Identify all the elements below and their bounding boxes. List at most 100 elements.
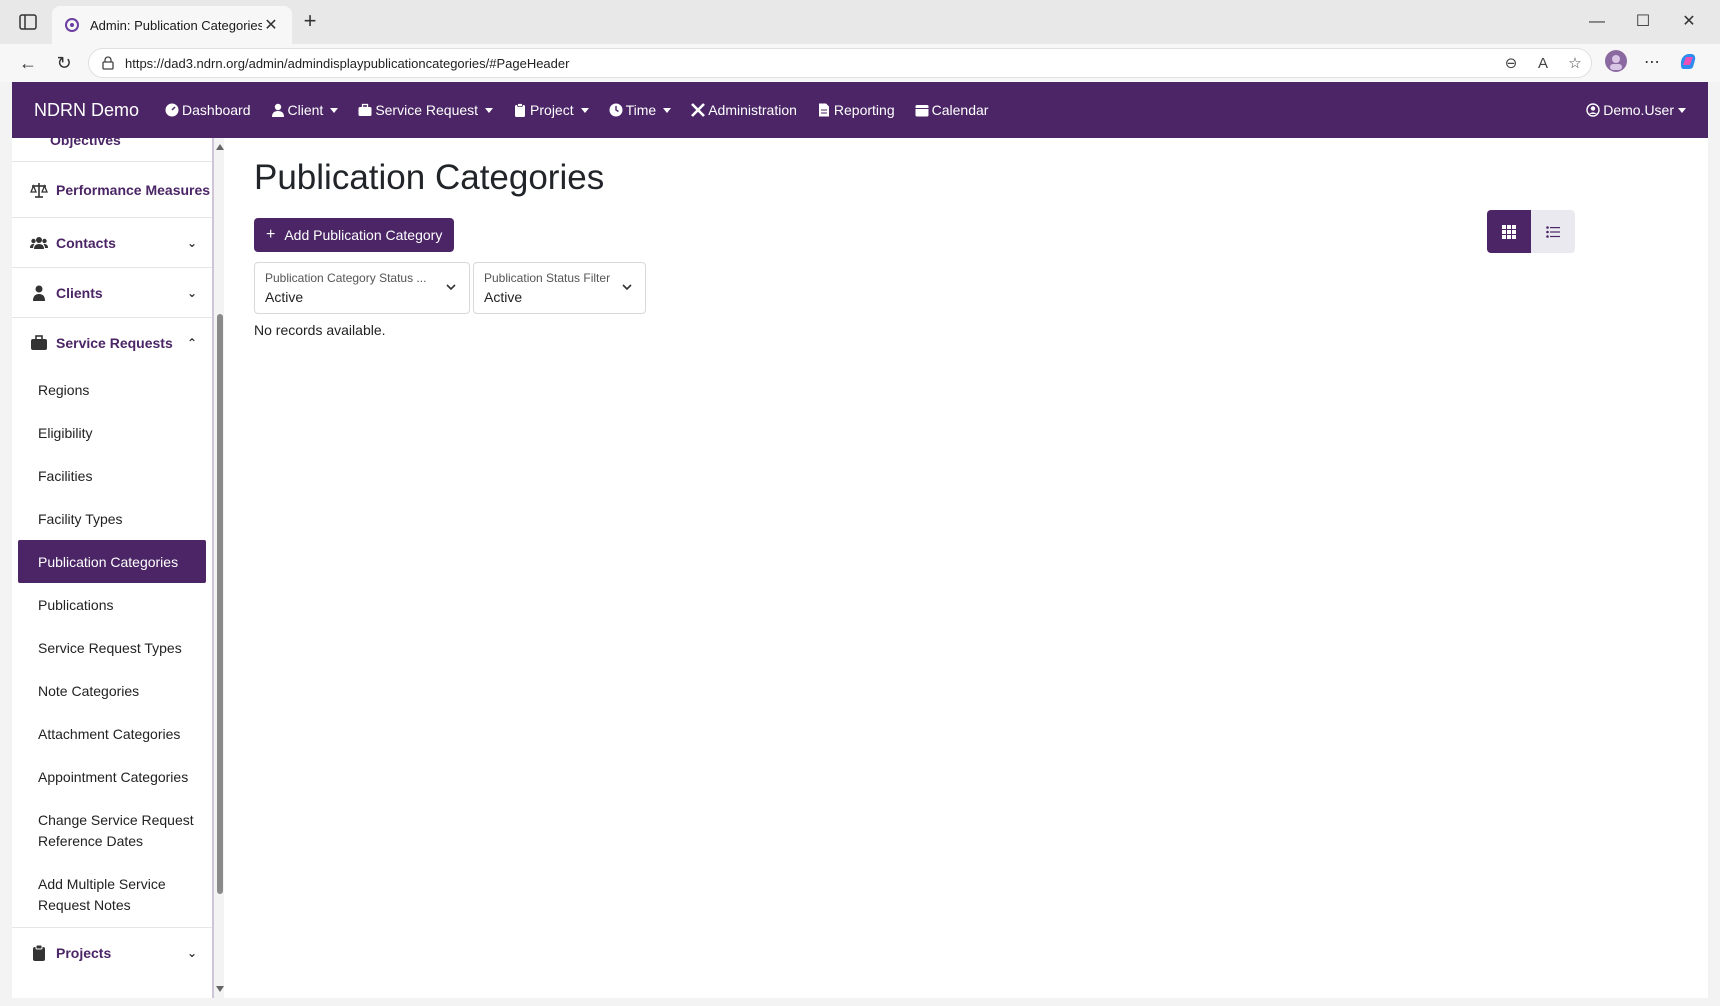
sidebar-scrollbar[interactable] bbox=[212, 138, 224, 998]
sidebar-item-projects[interactable]: Projects ⌄ bbox=[12, 928, 212, 978]
chevron-down-icon: ⌄ bbox=[186, 285, 198, 300]
sidebar-item-label: Performance Measures bbox=[56, 181, 211, 198]
top-navbar: NDRN Demo Dashboard Client Service Reque… bbox=[12, 82, 1708, 138]
sidebar-item-facility-types[interactable]: Facility Types bbox=[12, 497, 212, 540]
user-name: Demo.User bbox=[1603, 102, 1674, 118]
user-menu[interactable]: Demo.User bbox=[1586, 82, 1686, 138]
chevron-down-icon bbox=[580, 107, 589, 113]
chevron-down-icon bbox=[663, 107, 672, 113]
filter-value: Active bbox=[265, 289, 304, 305]
user-icon bbox=[271, 103, 284, 117]
dashboard-icon bbox=[165, 103, 179, 117]
sidebar-item-publication-categories[interactable]: Publication Categories bbox=[18, 540, 206, 583]
chevron-down-icon bbox=[330, 107, 339, 113]
nav-client[interactable]: Client bbox=[271, 102, 339, 118]
list-icon bbox=[1546, 225, 1560, 238]
sidebar-item-service-requests[interactable]: Service Requests ⌃ bbox=[12, 318, 212, 368]
nav-administration-label: Administration bbox=[708, 102, 797, 118]
list-view-button[interactable] bbox=[1531, 210, 1575, 253]
profile-avatar[interactable] bbox=[1602, 50, 1630, 78]
tab-bar: Admin: Publication Categories ✕ + — ☐ ✕ bbox=[0, 0, 1720, 44]
sidebar-item-add-multiple-notes[interactable]: Add Multiple Service Request Notes bbox=[12, 863, 212, 928]
new-tab-icon[interactable]: + bbox=[298, 10, 322, 34]
sidebar-item-appointment-categories[interactable]: Appointment Categories bbox=[12, 755, 212, 798]
zoom-icon[interactable]: ⊖ bbox=[1495, 54, 1527, 72]
minimize-icon[interactable]: — bbox=[1574, 8, 1620, 36]
sidebar-item-clients[interactable]: Clients ⌄ bbox=[12, 268, 212, 318]
site-favicon-icon bbox=[65, 18, 79, 32]
main-content: Publication Categories + Add Publication… bbox=[224, 138, 1708, 998]
brand-link[interactable]: NDRN Demo bbox=[34, 100, 139, 121]
add-publication-category-button[interactable]: + Add Publication Category bbox=[254, 218, 455, 252]
browser-window: Admin: Publication Categories ✕ + — ☐ ✕ … bbox=[0, 0, 1720, 1006]
grid-view-button[interactable] bbox=[1487, 210, 1531, 253]
sidebar-item-label: Objectives bbox=[50, 138, 121, 148]
nav-client-label: Client bbox=[287, 102, 324, 118]
nav-administration[interactable]: Administration bbox=[691, 102, 797, 118]
tools-icon bbox=[691, 103, 706, 117]
chevron-up-icon: ⌃ bbox=[186, 336, 198, 350]
address-bar-row: ← ↻ https://dad3.ndrn.org/admin/admindis… bbox=[0, 44, 1720, 82]
publication-status-filter[interactable]: Publication Status Filter Active bbox=[473, 262, 646, 314]
nav-calendar[interactable]: Calendar bbox=[915, 102, 988, 118]
sidebar-item-regions[interactable]: Regions bbox=[12, 368, 212, 411]
back-icon[interactable]: ← bbox=[16, 52, 40, 76]
view-toggle bbox=[1487, 210, 1575, 253]
clock-icon bbox=[609, 103, 623, 117]
admin-sidebar: Objectives Performance Measures Contacts… bbox=[12, 138, 224, 998]
nav-dashboard-label: Dashboard bbox=[182, 102, 251, 118]
sidebar-item-service-request-types[interactable]: Service Request Types bbox=[12, 626, 212, 669]
read-aloud-icon[interactable]: A bbox=[1527, 55, 1559, 72]
url-text: https://dad3.ndrn.org/admin/admindisplay… bbox=[125, 55, 570, 71]
refresh-icon[interactable]: ↻ bbox=[52, 52, 76, 76]
sidebar-item-performance-measures[interactable]: Performance Measures bbox=[12, 162, 212, 218]
publication-category-status-filter[interactable]: Publication Category Status ... Active bbox=[254, 262, 470, 314]
close-tab-icon[interactable]: ✕ bbox=[262, 15, 280, 35]
scrollbar-thumb[interactable] bbox=[217, 314, 223, 894]
nav-project-label: Project bbox=[530, 102, 574, 118]
favorite-star-icon[interactable]: ☆ bbox=[1559, 54, 1591, 72]
browser-tab[interactable]: Admin: Publication Categories ✕ bbox=[52, 6, 292, 44]
file-icon bbox=[818, 103, 829, 117]
nav-time[interactable]: Time bbox=[609, 102, 672, 118]
sidebar-item-eligibility[interactable]: Eligibility bbox=[12, 411, 212, 454]
clipboard-icon bbox=[515, 103, 526, 117]
briefcase-icon bbox=[31, 335, 47, 350]
briefcase-icon bbox=[358, 103, 372, 116]
scroll-down-icon[interactable] bbox=[216, 986, 224, 992]
sidebar-item-attachment-categories[interactable]: Attachment Categories bbox=[12, 712, 212, 755]
filter-label: Publication Category Status ... bbox=[265, 271, 427, 285]
nav-service-request-label: Service Request bbox=[375, 102, 479, 118]
chevron-down-icon bbox=[485, 107, 494, 113]
maximize-icon[interactable]: ☐ bbox=[1620, 8, 1666, 36]
site-info-icon[interactable] bbox=[101, 56, 115, 70]
sidebar-item-facilities[interactable]: Facilities bbox=[12, 454, 212, 497]
chevron-down-icon bbox=[446, 284, 456, 291]
users-icon bbox=[30, 236, 48, 249]
tab-actions-icon[interactable] bbox=[18, 12, 38, 32]
sidebar-item-objectives[interactable]: Objectives bbox=[12, 138, 212, 162]
sidebar-scroll-content: Objectives Performance Measures Contacts… bbox=[12, 138, 212, 978]
nav-project[interactable]: Project bbox=[513, 102, 589, 118]
nav-dashboard[interactable]: Dashboard bbox=[165, 102, 251, 118]
window-close-icon[interactable]: ✕ bbox=[1666, 8, 1712, 36]
user-icon bbox=[33, 285, 45, 301]
chevron-down-icon bbox=[1678, 107, 1686, 113]
scroll-up-icon[interactable] bbox=[216, 144, 224, 150]
nav-reporting-label: Reporting bbox=[833, 102, 895, 118]
add-button-label: Add Publication Category bbox=[284, 227, 443, 243]
nav-reporting[interactable]: Reporting bbox=[817, 102, 895, 118]
more-options-icon[interactable]: ⋯ bbox=[1638, 50, 1666, 78]
url-input[interactable]: https://dad3.ndrn.org/admin/admindisplay… bbox=[88, 48, 1592, 78]
sidebar-item-publications[interactable]: Publications bbox=[12, 583, 212, 626]
sidebar-item-contacts[interactable]: Contacts ⌄ bbox=[12, 218, 212, 268]
sidebar-item-note-categories[interactable]: Note Categories bbox=[12, 669, 212, 712]
copilot-logo-icon bbox=[1680, 54, 1696, 69]
sidebar-item-label: Projects bbox=[56, 945, 112, 961]
copilot-icon[interactable] bbox=[1674, 50, 1702, 78]
sidebar-item-change-reference-dates[interactable]: Change Service Request Reference Dates bbox=[12, 798, 212, 863]
sidebar-item-label: Contacts bbox=[56, 234, 116, 251]
profile-avatar-icon bbox=[1605, 50, 1627, 72]
sidebar-item-label: Service Requests bbox=[56, 335, 173, 351]
nav-service-request[interactable]: Service Request bbox=[358, 102, 494, 118]
